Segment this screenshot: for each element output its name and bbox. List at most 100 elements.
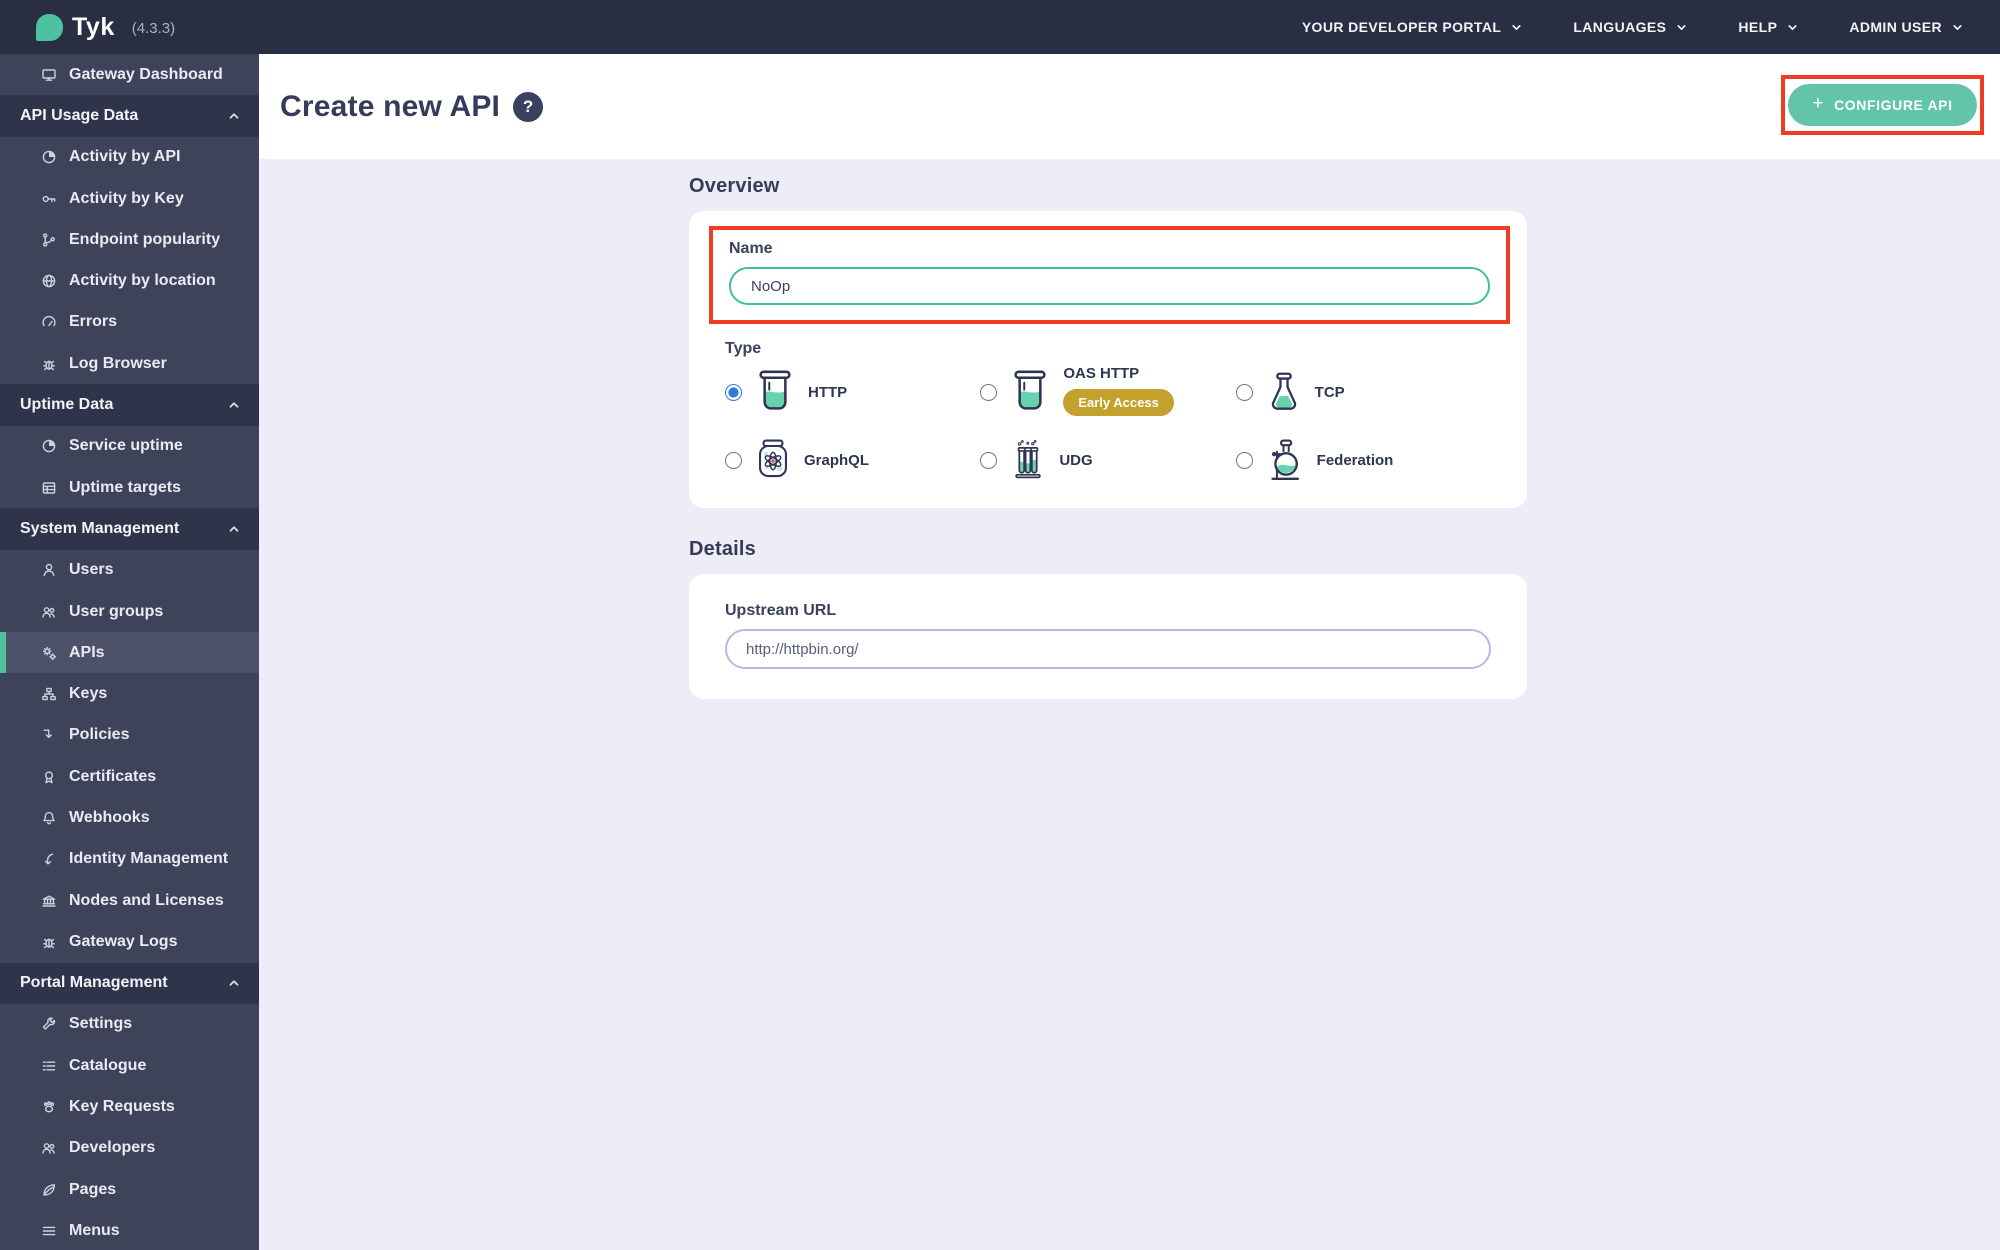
chevron-down-icon — [1951, 21, 1964, 34]
sidebar-item-identity-management[interactable]: Identity Management — [0, 839, 259, 880]
pie-chart-icon — [40, 149, 57, 166]
radio-http[interactable] — [725, 384, 742, 401]
sidebar-item-nodes-and-licenses[interactable]: Nodes and Licenses — [0, 880, 259, 921]
sidebar-item-menus[interactable]: Menus — [0, 1210, 259, 1250]
topbar-menu-help[interactable]: HELP — [1738, 19, 1799, 35]
type-option-tcp[interactable]: TCP — [1235, 367, 1491, 418]
topbar-menu-label: ADMIN USER — [1849, 19, 1942, 35]
radio-udg[interactable] — [980, 451, 998, 469]
sidebar-section-system-management[interactable]: System Management — [0, 508, 259, 550]
sidebar-item-keys[interactable]: Keys — [0, 673, 259, 714]
sidebar-item-label: Users — [69, 561, 114, 579]
sign-in-icon — [40, 851, 57, 868]
radio-oas-http[interactable] — [980, 384, 998, 401]
radio-tcp[interactable] — [1235, 384, 1253, 401]
bug-icon — [40, 355, 57, 372]
chevron-down-icon — [1786, 21, 1799, 34]
code-branch-icon — [40, 231, 57, 248]
radio-federation[interactable] — [1235, 451, 1253, 469]
sidebar-item-log-browser[interactable]: Log Browser — [0, 343, 259, 384]
sidebar-item-gateway-logs[interactable]: Gateway Logs — [0, 921, 259, 962]
topbar-menu-label: LANGUAGES — [1573, 19, 1667, 35]
sidebar-item-apis[interactable]: APIs — [0, 632, 259, 674]
paw-icon — [40, 1099, 57, 1116]
brand-name: Tyk — [72, 12, 115, 41]
type-option-graphql[interactable]: GraphQL — [725, 436, 980, 484]
configure-api-button[interactable]: + CONFIGURE API — [1788, 84, 1977, 126]
sidebar-item-errors[interactable]: Errors — [0, 302, 259, 343]
sidebar-item-policies[interactable]: Policies — [0, 715, 259, 756]
sidebar-item-label: Developers — [69, 1139, 156, 1157]
beaker-icon — [752, 367, 798, 418]
leaf-icon — [40, 1181, 57, 1198]
upstream-url-input[interactable] — [725, 629, 1491, 669]
configure-button-label: CONFIGURE API — [1834, 97, 1953, 113]
sidebar-item-label: Identity Management — [69, 850, 229, 868]
tyk-logo-icon — [36, 13, 63, 41]
monitor-icon — [40, 66, 57, 83]
details-card: Upstream URL — [689, 574, 1527, 699]
type-option-oas-http[interactable]: OAS HTTP Early Access — [980, 365, 1235, 418]
sidebar-item-certificates[interactable]: Certificates — [0, 756, 259, 797]
type-option-label: TCP — [1314, 384, 1345, 401]
help-icon[interactable]: ? — [513, 91, 544, 122]
sidebar-item-label: Errors — [69, 313, 118, 331]
top-bar: Tyk (4.3.3) YOUR DEVELOPER PORTAL LANGUA… — [0, 0, 2000, 54]
early-access-badge: Early Access — [1063, 389, 1174, 416]
sidebar-item-developers[interactable]: Developers — [0, 1128, 259, 1169]
sidebar-item-settings[interactable]: Settings — [0, 1004, 259, 1045]
sidebar-section-uptime-data[interactable]: Uptime Data — [0, 384, 259, 426]
sidebar-item-activity-by-key[interactable]: Activity by Key — [0, 178, 259, 219]
topbar-menu-your-developer-portal[interactable]: YOUR DEVELOPER PORTAL — [1302, 19, 1524, 35]
sidebar-item-uptime-targets[interactable]: Uptime targets — [0, 467, 259, 508]
name-label: Name — [729, 240, 773, 257]
chevron-down-icon — [1675, 21, 1688, 34]
sidebar-item-users[interactable]: Users — [0, 550, 259, 591]
type-option-http[interactable]: HTTP — [725, 367, 980, 418]
type-option-federation[interactable]: Federation — [1235, 436, 1491, 484]
sidebar-section-label: System Management — [20, 519, 180, 537]
sidebar-item-pages[interactable]: Pages — [0, 1169, 259, 1210]
sidebar-item-label: Certificates — [69, 767, 157, 785]
bug-icon — [40, 933, 57, 950]
sidebar-section-label: Uptime Data — [20, 396, 114, 414]
sidebar-item-service-uptime[interactable]: Service uptime — [0, 426, 259, 467]
sidebar-item-activity-by-api[interactable]: Activity by API — [0, 137, 259, 178]
page-title: Create new API — [280, 89, 501, 123]
chevron-up-icon — [227, 976, 241, 990]
sidebar-item-webhooks[interactable]: Webhooks — [0, 797, 259, 838]
test-tubes-icon — [1007, 437, 1049, 483]
sidebar-item-user-groups[interactable]: User groups — [0, 591, 259, 632]
version-label: (4.3.3) — [131, 20, 176, 37]
topbar-menu-languages[interactable]: LANGUAGES — [1573, 19, 1688, 35]
topbar-menu-label: YOUR DEVELOPER PORTAL — [1301, 19, 1502, 35]
pie-chart-icon — [40, 438, 57, 455]
sidebar-item-catalogue[interactable]: Catalogue — [0, 1045, 259, 1086]
sidebar-item-label: Nodes and Licenses — [69, 891, 224, 909]
topbar-menu-admin-user[interactable]: ADMIN USER — [1849, 19, 1964, 35]
sidebar-item-label: Catalogue — [69, 1056, 147, 1074]
sidebar-item-label: Pages — [69, 1180, 117, 1198]
details-section: Details Upstream URL — [689, 538, 2000, 699]
sidebar-section-api-usage-data[interactable]: API Usage Data — [0, 95, 259, 137]
beaker-icon — [1007, 367, 1053, 418]
type-options-row-1: HTTP OAS HTTP Early Access TCP — [725, 365, 1491, 418]
sidebar-section-portal-management[interactable]: Portal Management — [0, 962, 259, 1004]
upstream-url-label: Upstream URL — [725, 602, 837, 619]
bell-icon — [40, 809, 57, 826]
type-option-udg[interactable]: UDG — [980, 436, 1235, 484]
sidebar-item-endpoint-popularity[interactable]: Endpoint popularity — [0, 219, 259, 260]
sidebar-item-gateway-dashboard[interactable]: Gateway Dashboard — [0, 54, 259, 95]
globe-icon — [40, 273, 57, 290]
gears-icon — [40, 644, 57, 661]
content-area: Overview Name Type HTTP OAS HTTP Early A… — [259, 159, 2000, 1250]
overview-card: Name Type HTTP OAS HTTP Early Access TCP… — [689, 211, 1527, 508]
user-icon — [40, 562, 57, 579]
radio-graphql[interactable] — [725, 451, 742, 469]
sidebar-item-key-requests[interactable]: Key Requests — [0, 1086, 259, 1127]
sitemap-icon — [40, 686, 57, 703]
name-input[interactable] — [729, 267, 1490, 305]
sidebar-item-label: Activity by location — [69, 272, 216, 290]
sidebar-item-activity-by-location[interactable]: Activity by location — [0, 260, 259, 301]
overview-heading: Overview — [689, 175, 780, 197]
